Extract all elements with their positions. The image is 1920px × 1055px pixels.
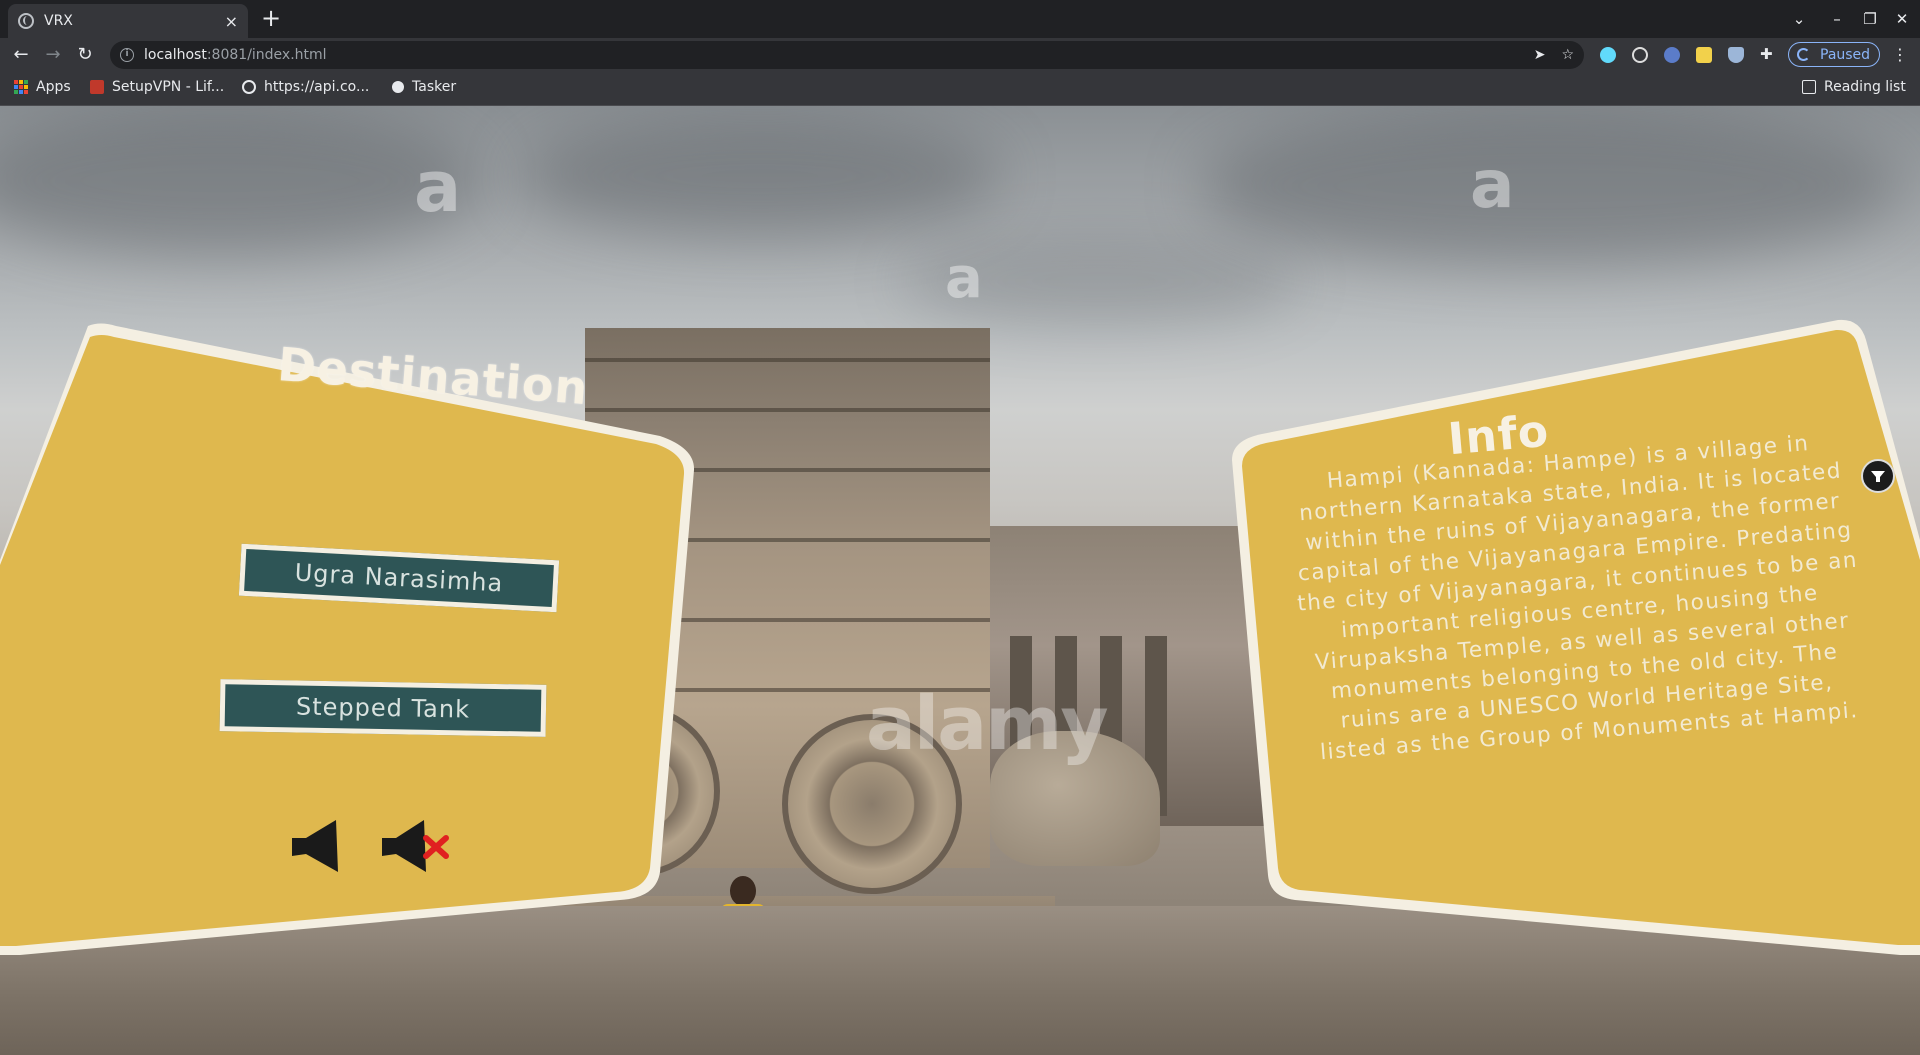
destination-button-stepped-tank[interactable]: Stepped Tank: [219, 679, 547, 737]
speaker-icon[interactable]: [290, 818, 342, 874]
speaker-muted-icon[interactable]: [380, 816, 452, 876]
vr-headset-icon: [1871, 471, 1885, 482]
info-description: Hampi (Kannada: Hampe) is a village in n…: [1253, 423, 1905, 772]
vr-mode-button[interactable]: [1861, 459, 1895, 493]
